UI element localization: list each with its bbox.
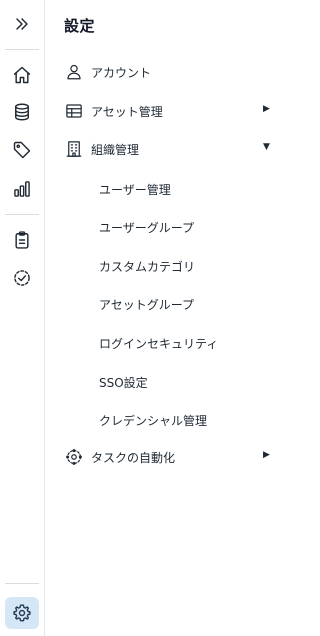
menu-item-label: 組織管理	[91, 143, 140, 157]
expand-sidebar-button[interactable]	[5, 8, 39, 40]
menu-item-label: タスクの自動化	[91, 451, 176, 465]
submenu-item-label: ユーザーグループ	[99, 221, 195, 235]
submenu-item-user-groups[interactable]: ユーザーグループ	[46, 211, 293, 241]
tag-icon	[13, 141, 31, 159]
menu-item-task-automation[interactable]: タスクの自動化 ▶	[46, 442, 293, 472]
rail-item-checks[interactable]	[5, 262, 39, 294]
clipboard-icon	[15, 231, 29, 249]
rail-item-settings[interactable]	[5, 597, 39, 629]
icon-rail	[0, 0, 45, 636]
menu-title: 設定	[64, 17, 96, 35]
rail-item-database[interactable]	[5, 96, 39, 128]
building-icon	[65, 140, 83, 158]
menu-item-account[interactable]: アカウント	[46, 57, 293, 87]
automation-icon	[65, 448, 83, 466]
submenu-item-user-management[interactable]: ユーザー管理	[46, 173, 293, 203]
submenu-item-label: クレデンシャル管理	[99, 414, 208, 428]
database-icon	[15, 103, 29, 121]
expand-arrow-icon: ▶	[263, 450, 270, 460]
submenu-item-label: ログインセキュリティ	[99, 337, 219, 351]
rail-divider	[5, 49, 39, 50]
menu-item-organization[interactable]: 組織管理 ▼	[46, 134, 293, 164]
bar-chart-icon	[14, 181, 30, 197]
user-icon	[65, 63, 83, 81]
rail-item-tasks[interactable]	[5, 224, 39, 256]
menu-item-asset-management[interactable]: アセット管理 ▶	[46, 96, 293, 126]
expand-arrow-icon: ▶	[263, 104, 270, 114]
menu-item-label: アセット管理	[91, 105, 163, 119]
collapse-arrow-icon: ▼	[263, 142, 270, 152]
submenu-item-login-security[interactable]: ログインセキュリティ	[46, 327, 293, 357]
rail-item-reports[interactable]	[5, 173, 39, 205]
rail-item-tags[interactable]	[5, 134, 39, 166]
submenu-item-label: SSO設定	[99, 376, 148, 390]
submenu-item-sso-settings[interactable]: SSO設定	[46, 366, 293, 396]
menu-item-label: アカウント	[91, 66, 152, 80]
submenu-item-asset-groups[interactable]: アセットグループ	[46, 288, 293, 318]
submenu-item-credentials[interactable]: クレデンシャル管理	[46, 404, 293, 434]
rail-divider	[5, 583, 39, 584]
check-circle-icon	[14, 270, 30, 286]
app-root: 設定 アカウント アセット管理 ▶ 組織管理 ▼ ユーザー管理 ユーザーグループ	[0, 0, 293, 636]
submenu-item-label: アセットグループ	[99, 298, 195, 312]
home-icon	[13, 66, 31, 84]
rail-divider	[5, 214, 39, 215]
submenu-item-custom-category[interactable]: カスタムカテゴリ	[46, 250, 293, 280]
rail-item-home[interactable]	[5, 59, 39, 91]
table-icon	[65, 102, 83, 120]
gear-icon	[13, 604, 31, 622]
settings-menu: 設定 アカウント アセット管理 ▶ 組織管理 ▼ ユーザー管理 ユーザーグループ	[46, 0, 293, 636]
submenu-item-label: ユーザー管理	[99, 183, 171, 197]
chevrons-right-icon	[16, 18, 28, 30]
submenu-item-label: カスタムカテゴリ	[99, 260, 196, 274]
